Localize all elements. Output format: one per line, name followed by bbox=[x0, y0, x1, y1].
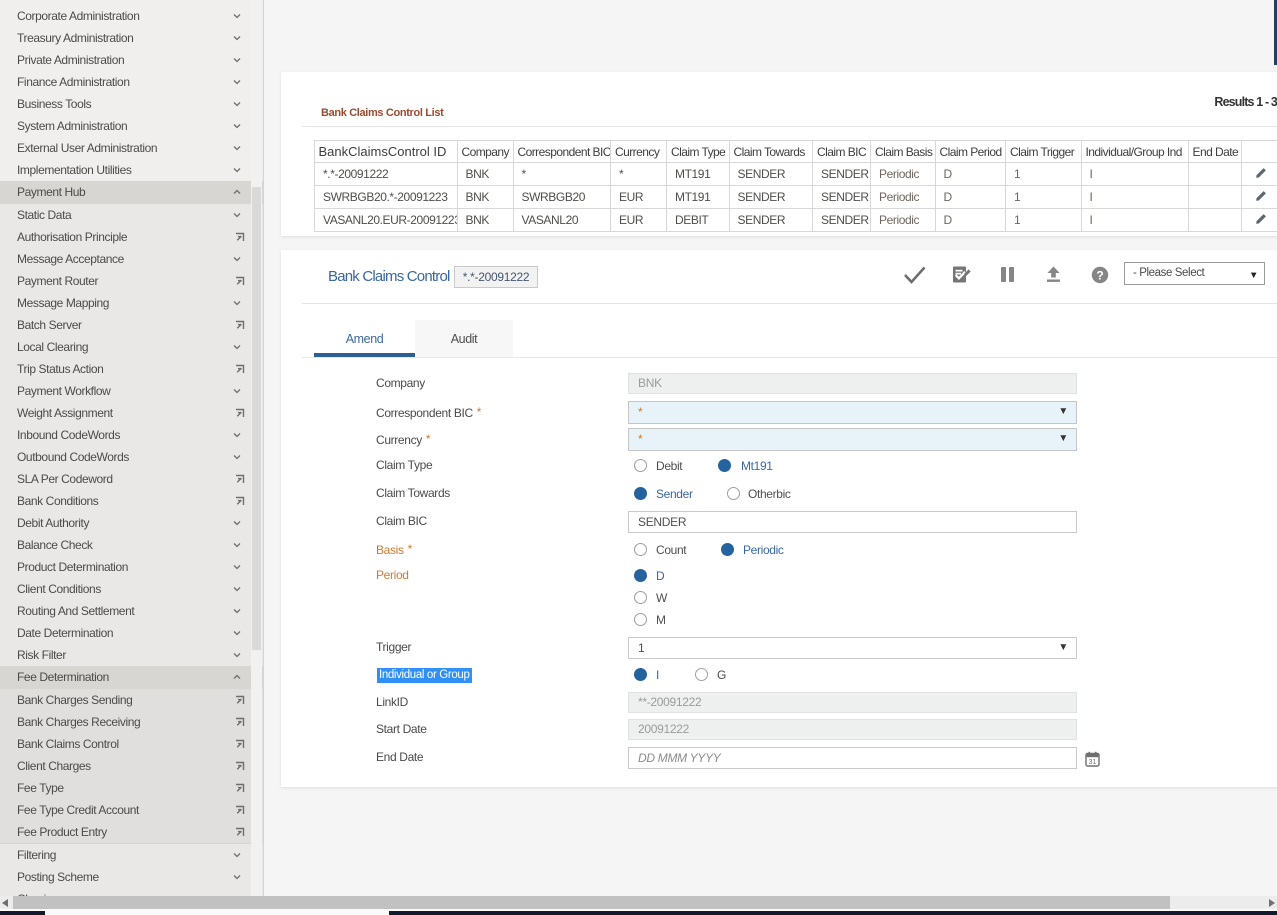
svg-text:?: ? bbox=[1096, 268, 1103, 282]
svg-text:31: 31 bbox=[1089, 759, 1097, 766]
